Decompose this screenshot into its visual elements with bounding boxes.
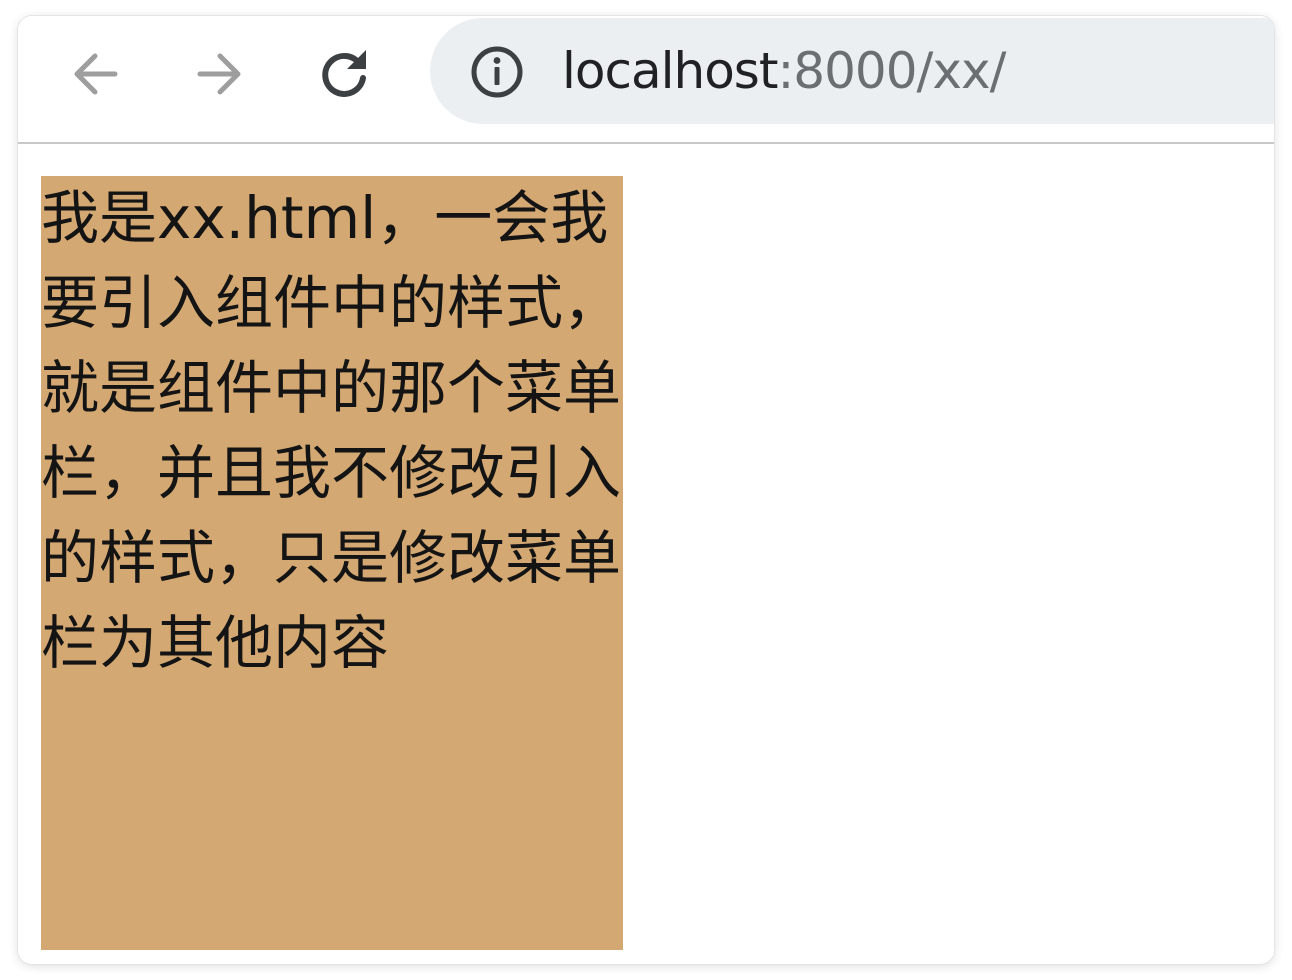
browser-window: localhost:8000/xx/ 我是xx.html，一会我要引入组件中的样… bbox=[18, 16, 1274, 964]
url-host: localhost bbox=[562, 42, 778, 100]
reload-button[interactable] bbox=[312, 42, 376, 106]
page-content: 我是xx.html，一会我要引入组件中的样式，就是组件中的那个菜单栏，并且我不修… bbox=[18, 144, 1274, 964]
back-button[interactable] bbox=[63, 42, 127, 106]
arrow-right-icon bbox=[190, 44, 250, 104]
url-path: :8000/xx/ bbox=[777, 42, 1006, 100]
browser-toolbar: localhost:8000/xx/ bbox=[18, 16, 1274, 144]
forward-button[interactable] bbox=[188, 42, 252, 106]
arrow-left-icon bbox=[65, 44, 125, 104]
reload-icon bbox=[314, 44, 374, 104]
address-bar[interactable]: localhost:8000/xx/ bbox=[430, 18, 1274, 124]
content-box: 我是xx.html，一会我要引入组件中的样式，就是组件中的那个菜单栏，并且我不修… bbox=[41, 176, 623, 950]
url-text[interactable]: localhost:8000/xx/ bbox=[562, 40, 1006, 102]
info-circle-icon[interactable] bbox=[470, 45, 524, 99]
content-text: 我是xx.html，一会我要引入组件中的样式，就是组件中的那个菜单栏，并且我不修… bbox=[41, 184, 622, 677]
